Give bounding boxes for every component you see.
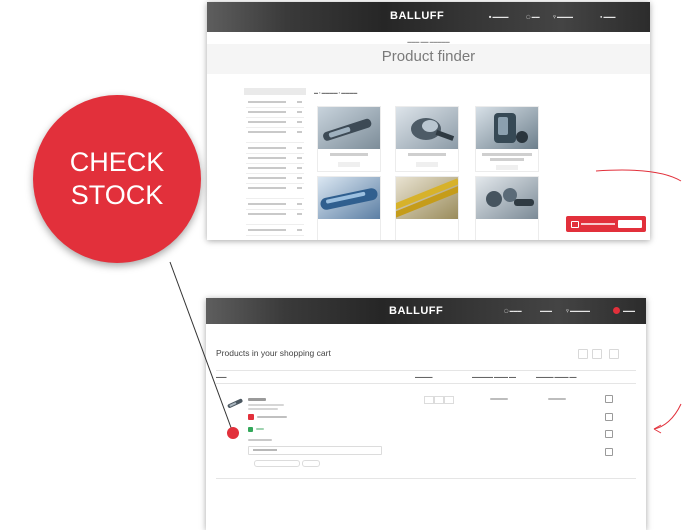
- badge-line-2: STOCK: [70, 180, 164, 210]
- arrow-line-top: [595, 169, 682, 182]
- badge-line-1: CHECK: [69, 147, 165, 177]
- badge-pointer-line: [169, 261, 234, 434]
- check-stock-badge: CHECK STOCK: [33, 95, 201, 263]
- callout-overlay: [169, 169, 682, 439]
- highlight-dot: [227, 427, 239, 439]
- arrow-line-bottom: [653, 403, 682, 430]
